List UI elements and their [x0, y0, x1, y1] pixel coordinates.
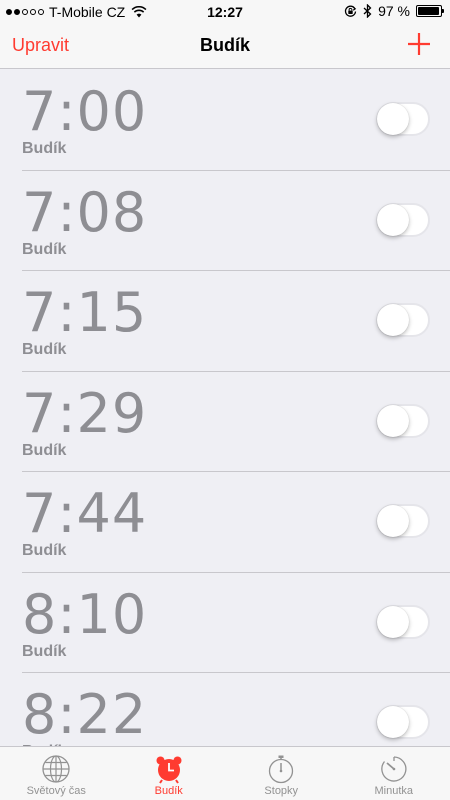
alarm-row[interactable]: 7:44 Budík: [22, 472, 450, 573]
plus-icon[interactable]: [406, 31, 432, 57]
alarm-time: 8:22: [22, 683, 148, 746]
tab-label: Stopky: [264, 785, 299, 797]
status-bar: T-Mobile CZ 12:27 97 %: [0, 0, 450, 24]
alarm-time: 7:00: [22, 80, 148, 143]
toggle-knob: [377, 203, 409, 236]
alarm-time: 7:29: [22, 381, 148, 445]
alarm-row[interactable]: 7:15 Budík: [22, 271, 450, 372]
toggle-knob: [377, 404, 409, 437]
signal-dot: [22, 9, 28, 15]
battery-fill: [418, 7, 440, 15]
signal-strength-icon: [6, 9, 44, 15]
alarm-toggle[interactable]: [376, 202, 430, 237]
stopwatch-icon: [269, 755, 294, 784]
alarm-row[interactable]: 7:29 Budík: [22, 372, 450, 472]
tab-label: Minutka: [374, 785, 414, 797]
alarm-label: Budík: [22, 140, 67, 157]
alarm-time: 7:08: [22, 180, 148, 244]
tab-label: Světový čas: [26, 785, 86, 797]
status-left: T-Mobile CZ: [6, 4, 147, 20]
alarm-row[interactable]: 8:10 Budík: [22, 573, 450, 673]
carrier-name: T-Mobile CZ: [49, 4, 126, 20]
alarm-clock-icon: [156, 756, 182, 784]
nav-bar: Upravit Budík: [0, 24, 450, 69]
alarm-time: 8:10: [22, 582, 148, 646]
tab-timer[interactable]: Minutka: [338, 747, 450, 800]
edit-button[interactable]: Upravit: [12, 35, 69, 56]
status-right: 97 %: [344, 3, 444, 19]
globe-icon: [42, 755, 70, 783]
alarm-list: 7:00 Budík 7:08 Budík 7:15 Budík 7:29 Budík 7:44…: [0, 70, 450, 746]
bluetooth-icon: [363, 4, 372, 18]
timer-icon: [380, 756, 407, 782]
alarm-label: Budík: [22, 542, 67, 559]
alarm-label: Budík: [22, 240, 67, 258]
alarm-toggle[interactable]: [376, 705, 430, 739]
orientation-lock-icon: [344, 5, 357, 17]
toggle-knob: [377, 605, 409, 638]
tab-alarm-clock[interactable]: Budík: [113, 747, 226, 800]
alarm-label: Budík: [22, 441, 67, 459]
alarm-time: 7:15: [22, 281, 148, 344]
tab-label: Budík: [154, 785, 183, 797]
tab-globe[interactable]: Světový čas: [0, 747, 113, 800]
alarm-toggle[interactable]: [376, 604, 430, 639]
alarm-row[interactable]: 7:00 Budík: [22, 70, 450, 171]
alarm-time: 7:44: [22, 482, 148, 545]
signal-dot: [14, 9, 20, 15]
toggle-knob: [377, 103, 409, 135]
alarm-label: Budík: [22, 341, 67, 358]
wifi-icon: [131, 6, 147, 18]
signal-dot: [38, 9, 44, 15]
toggle-knob: [377, 505, 409, 537]
signal-dot: [30, 9, 36, 15]
alarm-toggle[interactable]: [376, 504, 430, 538]
toggle-knob: [377, 304, 409, 336]
battery-icon: [416, 5, 444, 17]
alarm-toggle[interactable]: [376, 403, 430, 438]
signal-dot: [6, 9, 12, 15]
alarm-label: Budík: [22, 642, 67, 660]
alarm-row[interactable]: 7:08 Budík: [22, 171, 450, 271]
battery-percentage: 97 %: [378, 3, 410, 19]
alarm-toggle[interactable]: [376, 102, 430, 136]
tab-bar: Světový čas Budík Stopky Minutka: [0, 746, 450, 800]
alarm-toggle[interactable]: [376, 303, 430, 337]
toggle-knob: [377, 706, 409, 738]
alarm-row[interactable]: 8:22Budík: [22, 673, 450, 746]
tab-stopwatch[interactable]: Stopky: [225, 747, 338, 800]
